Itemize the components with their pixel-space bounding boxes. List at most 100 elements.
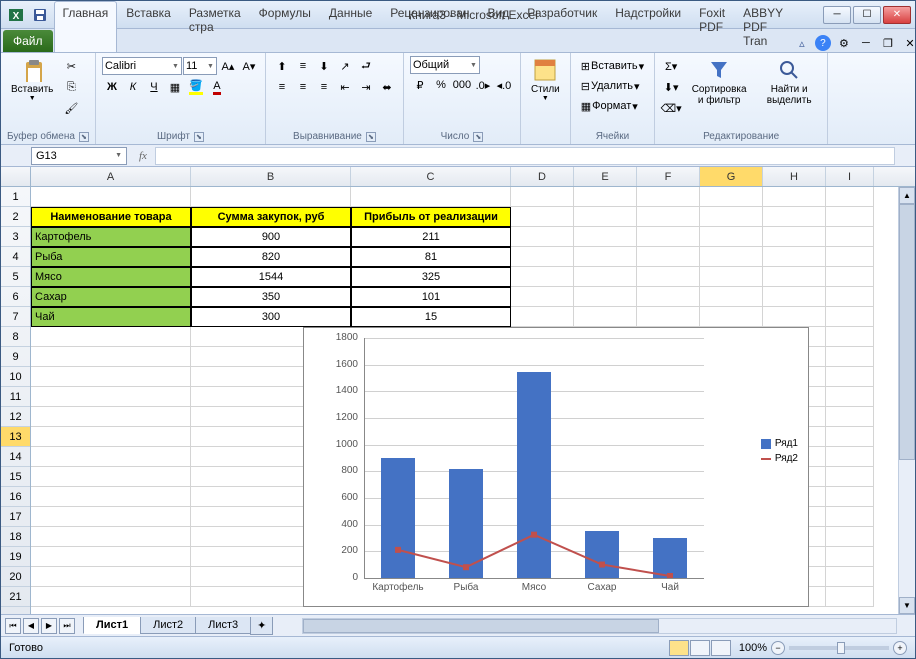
font-name-combo[interactable]: Calibri▼	[102, 57, 182, 75]
row-header-12[interactable]: 12	[1, 407, 30, 427]
zoom-in-button[interactable]: +	[893, 641, 907, 655]
wrap-text-icon[interactable]: ⮐	[356, 56, 376, 76]
ribbon-tab-0[interactable]: Главная	[54, 1, 118, 52]
cell-C5[interactable]: 325	[351, 267, 511, 287]
cell-I10[interactable]	[826, 367, 874, 387]
cell-D6[interactable]	[511, 287, 574, 307]
minimize-button[interactable]: ─	[823, 6, 851, 24]
bold-button[interactable]: Ж	[102, 77, 122, 97]
col-header-A[interactable]: A	[31, 167, 191, 186]
cell-I18[interactable]	[826, 527, 874, 547]
cell-C1[interactable]	[351, 187, 511, 207]
increase-decimal-icon[interactable]: .0▸	[473, 75, 493, 95]
save-icon[interactable]	[29, 4, 51, 26]
cell-F5[interactable]	[637, 267, 700, 287]
styles-button[interactable]: Стили ▼	[527, 56, 564, 104]
cell-I14[interactable]	[826, 447, 874, 467]
row-header-6[interactable]: 6	[1, 287, 30, 307]
decrease-decimal-icon[interactable]: ◂.0	[494, 75, 514, 95]
scroll-down-button[interactable]: ▼	[899, 597, 915, 614]
cell-F3[interactable]	[637, 227, 700, 247]
cell-D1[interactable]	[511, 187, 574, 207]
cell-C3[interactable]: 211	[351, 227, 511, 247]
cell-A1[interactable]	[31, 187, 191, 207]
normal-view-button[interactable]	[669, 640, 689, 656]
ribbon-tab-6[interactable]: Вид	[479, 1, 519, 52]
cell-F4[interactable]	[637, 247, 700, 267]
cell-A3[interactable]: Картофель	[31, 227, 191, 247]
cell-A12[interactable]	[31, 407, 191, 427]
percent-icon[interactable]: %	[431, 75, 451, 95]
new-sheet-button[interactable]: ✦	[250, 617, 273, 635]
hscroll-thumb[interactable]	[303, 619, 659, 633]
close-button[interactable]: ✕	[883, 6, 911, 24]
cell-G1[interactable]	[700, 187, 763, 207]
cell-A17[interactable]	[31, 507, 191, 527]
cell-B6[interactable]: 350	[191, 287, 351, 307]
row-header-20[interactable]: 20	[1, 567, 30, 587]
orientation-icon[interactable]: ↗	[335, 56, 355, 76]
doc-restore-icon[interactable]: ❐	[879, 34, 897, 52]
cell-I7[interactable]	[826, 307, 874, 327]
cell-C7[interactable]: 15	[351, 307, 511, 327]
cells-area[interactable]: Наименование товараСумма закупок, рубПри…	[31, 187, 915, 614]
border-icon[interactable]: ▦	[165, 77, 185, 97]
number-launcher[interactable]: ⬊	[473, 132, 483, 142]
row-header-2[interactable]: 2	[1, 207, 30, 227]
decrease-indent-icon[interactable]: ⇤	[335, 77, 355, 97]
cell-E2[interactable]	[574, 207, 637, 227]
sheet-nav-prev[interactable]: ◀	[23, 618, 39, 634]
vertical-scrollbar[interactable]: ▲ ▼	[898, 187, 915, 614]
cell-E4[interactable]	[574, 247, 637, 267]
zoom-out-button[interactable]: −	[771, 641, 785, 655]
maximize-button[interactable]: ☐	[853, 6, 881, 24]
fill-icon[interactable]: ⬇▾	[661, 77, 681, 97]
cell-E5[interactable]	[574, 267, 637, 287]
align-right-icon[interactable]: ≡	[314, 77, 334, 97]
ribbon-tab-10[interactable]: ABBYY PDF Tran	[734, 1, 792, 52]
cell-A6[interactable]: Сахар	[31, 287, 191, 307]
chart-bar-3[interactable]	[585, 531, 619, 578]
cell-A4[interactable]: Рыба	[31, 247, 191, 267]
align-top-icon[interactable]: ⬆	[272, 56, 292, 76]
cell-A5[interactable]: Мясо	[31, 267, 191, 287]
row-header-21[interactable]: 21	[1, 587, 30, 607]
cell-I17[interactable]	[826, 507, 874, 527]
format-cells-button[interactable]: ▦ Формат ▾	[577, 96, 642, 116]
file-tab[interactable]: Файл	[3, 30, 53, 52]
cell-I6[interactable]	[826, 287, 874, 307]
autosum-icon[interactable]: Σ▾	[661, 56, 681, 76]
col-header-B[interactable]: B	[191, 167, 351, 186]
help-icon[interactable]: ?	[815, 35, 831, 51]
cell-D3[interactable]	[511, 227, 574, 247]
ribbon-tab-4[interactable]: Данные	[320, 1, 381, 52]
chart-bar-0[interactable]	[381, 458, 415, 578]
clipboard-launcher[interactable]: ⬊	[79, 132, 89, 142]
font-size-combo[interactable]: 11▼	[183, 57, 217, 75]
cell-I9[interactable]	[826, 347, 874, 367]
cell-F6[interactable]	[637, 287, 700, 307]
cell-A13[interactable]	[31, 427, 191, 447]
cell-D2[interactable]	[511, 207, 574, 227]
doc-close-icon[interactable]: ✕	[901, 34, 916, 52]
sheet-tab-1[interactable]: Лист2	[140, 617, 196, 634]
sheet-nav-last[interactable]: ⏭	[59, 618, 75, 634]
insert-cells-button[interactable]: ⊞ Вставить ▾	[577, 56, 648, 76]
fx-button[interactable]: fx	[131, 150, 155, 162]
zoom-thumb[interactable]	[837, 642, 845, 654]
cell-F1[interactable]	[637, 187, 700, 207]
row-header-8[interactable]: 8	[1, 327, 30, 347]
paste-button[interactable]: Вставить ▼	[7, 56, 57, 104]
row-header-15[interactable]: 15	[1, 467, 30, 487]
cell-E3[interactable]	[574, 227, 637, 247]
minimize-ribbon-icon[interactable]: ▵	[793, 34, 811, 52]
cell-B7[interactable]: 300	[191, 307, 351, 327]
window-options-icon[interactable]: ⚙	[835, 34, 853, 52]
cell-H5[interactable]	[763, 267, 826, 287]
cell-I21[interactable]	[826, 587, 874, 607]
row-header-14[interactable]: 14	[1, 447, 30, 467]
cell-B1[interactable]	[191, 187, 351, 207]
cell-E7[interactable]	[574, 307, 637, 327]
cell-I3[interactable]	[826, 227, 874, 247]
cell-I11[interactable]	[826, 387, 874, 407]
